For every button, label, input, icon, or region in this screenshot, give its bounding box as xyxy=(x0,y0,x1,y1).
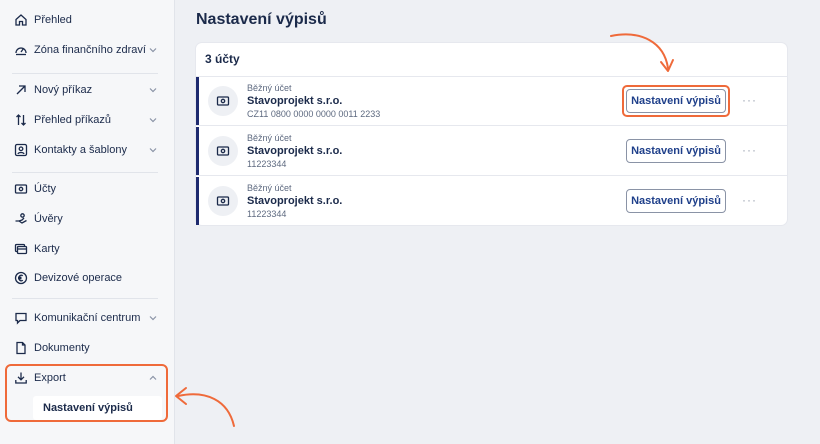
sidebar-item-label: Přehled xyxy=(34,14,72,26)
sidebar-item-zona-financniho-zdravi[interactable]: Zóna finančního zdraví xyxy=(0,36,175,64)
sidebar-item-label: Karty xyxy=(34,243,60,255)
account-row-accent-bar xyxy=(196,127,199,175)
sidebar: Přehled Zóna finančního zdraví Nový přík… xyxy=(0,0,175,444)
account-number: 11223344 xyxy=(247,159,287,169)
home-icon xyxy=(14,13,28,27)
chevron-down-icon xyxy=(148,313,158,323)
sidebar-item-label: Zóna finančního zdraví xyxy=(34,44,146,56)
chevron-down-icon xyxy=(148,145,158,155)
chat-icon xyxy=(14,311,28,325)
account-number: CZ11 0800 0000 0000 0011 2233 xyxy=(247,109,381,119)
sidebar-item-label: Komunikační centrum xyxy=(34,312,141,324)
statement-settings-button[interactable]: Nastavení výpisů xyxy=(626,139,726,163)
sidebar-item-label: Kontakty a šablony xyxy=(34,144,127,156)
sidebar-subitem-label: Nastavení výpisů xyxy=(43,402,133,414)
sidebar-item-label: Úvěry xyxy=(34,213,63,225)
account-type: Běžný účet xyxy=(247,133,292,143)
sidebar-item-label: Devizové operace xyxy=(34,272,123,284)
more-options-icon[interactable]: ··· xyxy=(742,94,758,106)
sidebar-item-ucty[interactable]: Účty xyxy=(0,175,175,203)
sidebar-item-label: Účty xyxy=(34,183,56,195)
sidebar-item-prehled-prikazu[interactable]: Přehled příkazů xyxy=(0,106,175,134)
sidebar-item-novy-prikaz[interactable]: Nový příkaz xyxy=(0,76,175,104)
row-divider xyxy=(196,125,787,126)
chevron-down-icon xyxy=(148,85,158,95)
sidebar-item-uvery[interactable]: Úvěry xyxy=(0,205,175,233)
cards-icon xyxy=(14,242,28,256)
account-name: Stavoprojekt s.r.o. xyxy=(247,195,343,207)
sidebar-item-prehled[interactable]: Přehled xyxy=(0,6,175,34)
sidebar-divider xyxy=(12,172,158,173)
gauge-icon xyxy=(14,43,28,57)
account-row-accent-bar xyxy=(196,77,199,125)
sidebar-item-label: Export xyxy=(34,372,66,384)
sidebar-item-devizove-operace[interactable]: Devizové operace xyxy=(0,264,175,292)
page-title: Nastavení výpisů xyxy=(196,11,327,28)
currency-icon xyxy=(14,271,28,285)
loan-icon xyxy=(14,212,28,226)
account-name: Stavoprojekt s.r.o. xyxy=(247,145,343,157)
account-row-accent-bar xyxy=(196,177,199,225)
sidebar-item-label: Přehled příkazů xyxy=(34,114,112,126)
transfer-arrows-icon xyxy=(14,113,28,127)
account-row: Běžný účet Stavoprojekt s.r.o. 11223344 … xyxy=(196,127,787,176)
statement-settings-button[interactable]: Nastavení výpisů xyxy=(626,89,726,113)
sidebar-item-kontakty-a-sablony[interactable]: Kontakty a šablony xyxy=(0,136,175,164)
more-options-icon[interactable]: ··· xyxy=(742,144,758,156)
account-icon xyxy=(14,182,28,196)
sidebar-item-label: Dokumenty xyxy=(34,342,90,354)
account-type: Běžný účet xyxy=(247,183,292,193)
arrow-up-right-icon xyxy=(14,83,28,97)
chevron-down-icon xyxy=(148,115,158,125)
account-type: Běžný účet xyxy=(247,83,292,93)
download-icon xyxy=(14,371,28,385)
more-options-icon[interactable]: ··· xyxy=(742,194,758,206)
sidebar-divider xyxy=(12,298,158,299)
accounts-card: 3 účty Běžný účet Stavoprojekt s.r.o. CZ… xyxy=(196,43,787,225)
sidebar-divider xyxy=(12,73,158,74)
chevron-up-icon xyxy=(148,373,158,383)
statement-settings-button[interactable]: Nastavení výpisů xyxy=(626,189,726,213)
sidebar-item-label: Nový příkaz xyxy=(34,84,93,96)
curved-arrow-icon xyxy=(175,387,235,427)
sidebar-item-komunikacni-centrum[interactable]: Komunikační centrum xyxy=(0,304,175,332)
accounts-count-header: 3 účty xyxy=(205,52,240,66)
sidebar-item-dokumenty[interactable]: Dokumenty xyxy=(0,334,175,362)
row-divider xyxy=(196,175,787,176)
account-icon xyxy=(208,186,238,216)
account-row: Běžný účet Stavoprojekt s.r.o. CZ11 0800… xyxy=(196,77,787,126)
document-icon xyxy=(14,341,28,355)
account-number: 11223344 xyxy=(247,209,287,219)
account-icon xyxy=(208,86,238,116)
account-icon xyxy=(208,136,238,166)
sidebar-subitem-nastaveni-vypisu[interactable]: Nastavení výpisů xyxy=(33,396,162,420)
sidebar-item-karty[interactable]: Karty xyxy=(0,235,175,263)
chevron-down-icon xyxy=(148,45,158,55)
sidebar-item-export[interactable]: Export xyxy=(0,364,175,392)
account-name: Stavoprojekt s.r.o. xyxy=(247,95,343,107)
account-row: Běžný účet Stavoprojekt s.r.o. 11223344 … xyxy=(196,177,787,225)
contact-card-icon xyxy=(14,143,28,157)
